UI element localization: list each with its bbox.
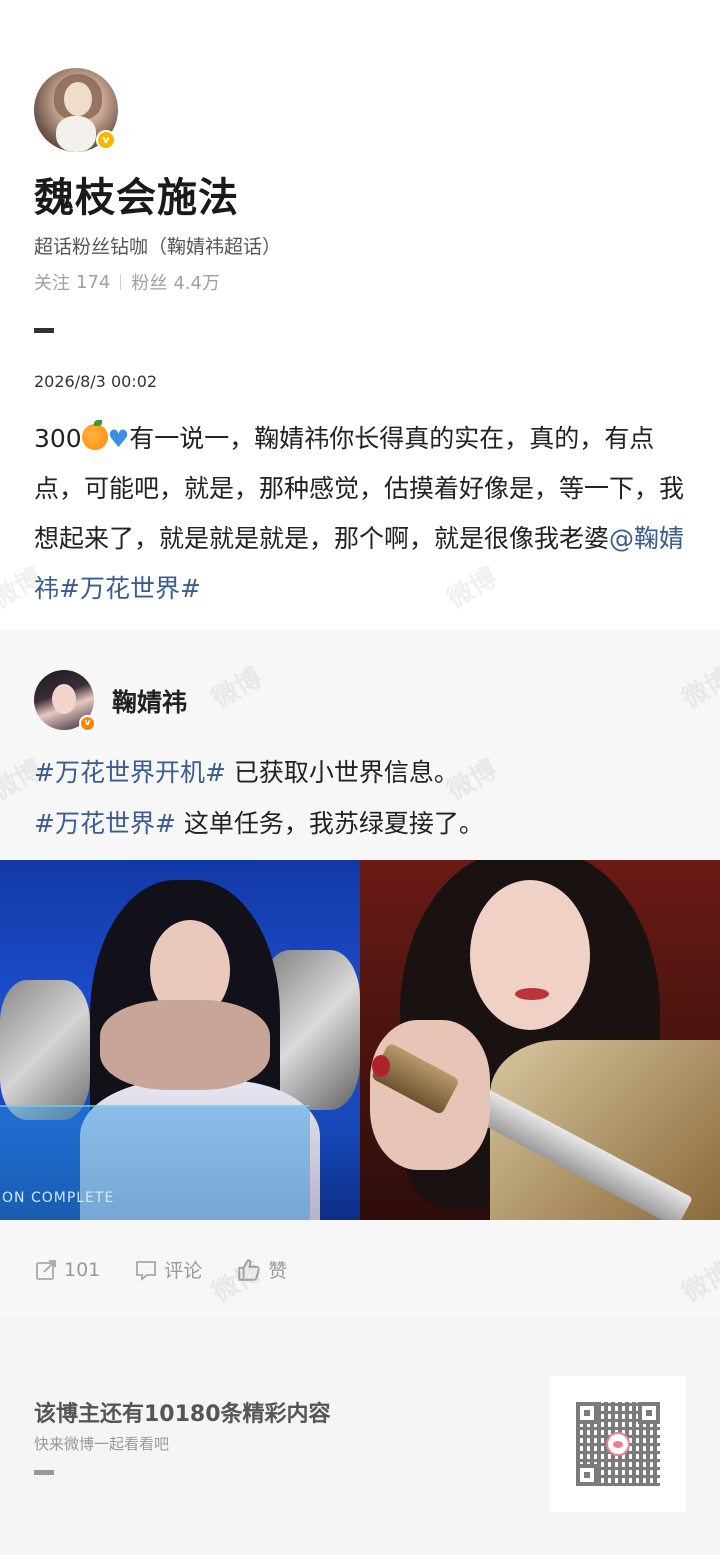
post-image-1[interactable]: ON COMPLETE <box>0 860 360 1220</box>
post-date: 2026/8/3 00:02 <box>34 372 158 391</box>
following-label: 关注 <box>34 273 70 294</box>
quoted-author-name[interactable]: 鞠婧祎 <box>112 683 187 719</box>
post-text-prefix: 300 <box>34 424 82 453</box>
post-image-2[interactable] <box>360 860 720 1220</box>
followers-count: 4.4万 <box>173 273 220 294</box>
following-count: 174 <box>76 271 111 293</box>
quoted-line-2: #万花世界# 这单任务，我苏绿夏接了。 <box>34 798 694 849</box>
comment-label: 评论 <box>164 1260 203 1282</box>
tangerine-emoji-icon <box>81 420 108 450</box>
section-divider <box>34 1470 54 1475</box>
thumbs-up-icon <box>238 1258 261 1281</box>
verified-badge-icon: v <box>79 715 96 732</box>
topic-link[interactable]: #万花世界# <box>34 809 176 838</box>
author-name[interactable]: 魏枝会施法 <box>34 165 239 223</box>
author-avatar[interactable]: v <box>34 68 118 152</box>
original-post: v 魏枝会施法 超话粉丝钻咖（鞠婧祎超话） 关注 174 粉丝 4.4万 202… <box>0 0 720 630</box>
quoted-line-2-text: 这单任务，我苏绿夏接了。 <box>175 809 484 838</box>
followers-label: 粉丝 <box>131 273 168 294</box>
section-divider <box>34 328 54 333</box>
quoted-author-avatar[interactable]: v <box>34 670 96 732</box>
post-body: 300 ♥有一说一，鞠婧祎你长得真的实在，真的，有点点，可能吧，就是，那种感觉，估… <box>34 414 694 614</box>
quoted-post-body: #万花世界开机# 已获取小世界信息。 #万花世界# 这单任务，我苏绿夏接了。 <box>34 747 694 849</box>
like-button[interactable]: 赞 <box>236 1256 287 1283</box>
topic-link[interactable]: #万花世界# <box>59 574 201 603</box>
repost-icon <box>36 1259 56 1280</box>
repost-button[interactable]: 101 <box>34 1258 100 1282</box>
stats-divider <box>120 274 122 290</box>
verified-badge-icon: v <box>96 130 116 150</box>
promo-subtitle: 快来微博一起看看吧 <box>34 1435 170 1453</box>
weibo-share-card: 微博 微博 微博 微博 微博 微博 微博 微博 微博 v 魏枝会施法 超话粉丝钻… <box>0 0 720 1555</box>
quoted-line-1: #万花世界开机# 已获取小世界信息。 <box>34 747 694 798</box>
weibo-logo-icon <box>606 1432 630 1456</box>
action-bar: 101 评论 赞 <box>34 1256 321 1283</box>
repost-count: 101 <box>64 1258 101 1281</box>
promo-title: 该博主还有10180条精彩内容 <box>34 1402 331 1427</box>
topic-link[interactable]: #万花世界开机# <box>34 758 226 787</box>
qr-code[interactable] <box>550 1376 686 1512</box>
quoted-line-1-text: 已获取小世界信息。 <box>225 758 459 787</box>
author-subtitle: 超话粉丝钻咖（鞠婧祎超话） <box>34 236 282 258</box>
author-stats: 关注 174 粉丝 4.4万 <box>34 269 220 295</box>
quoted-post[interactable]: v 鞠婧祎 #万花世界开机# 已获取小世界信息。 #万花世界# 这单任务，我苏绿… <box>0 630 720 1316</box>
image-overlay-text: ON COMPLETE <box>2 1190 115 1206</box>
like-label: 赞 <box>268 1260 288 1282</box>
blue-heart-emoji-icon: ♥ <box>107 425 130 453</box>
post-text-main: 有一说一，鞠婧祎你长得真的实在，真的，有点点，可能吧，就是，那种感觉，估摸着好像… <box>34 424 685 553</box>
qr-code-pattern <box>576 1402 660 1486</box>
app-promo-footer: 该博主还有10180条精彩内容 快来微博一起看看吧 <box>0 1316 720 1555</box>
comment-icon <box>136 1260 157 1281</box>
comment-button[interactable]: 评论 <box>134 1256 202 1283</box>
